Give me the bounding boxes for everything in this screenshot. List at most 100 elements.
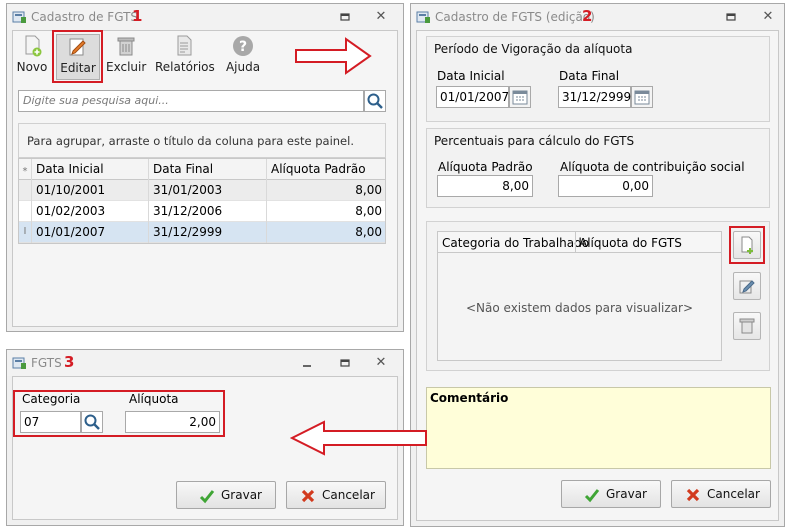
relatorios-button[interactable]: Relatórios <box>155 34 215 80</box>
column-header-data-inicial[interactable]: Data Inicial <box>32 159 149 180</box>
column-header-data-final[interactable]: Data Final <box>149 159 267 180</box>
row-indicator <box>19 180 32 201</box>
periodo-title: Período de Vigoração da alíquota <box>434 42 633 56</box>
comentario-area[interactable]: Comentário <box>426 387 771 469</box>
data-final-input[interactable]: 31/12/2999 <box>558 86 631 108</box>
row-indicator: I <box>19 222 32 243</box>
window1-title: Cadastro de FGTS <box>31 10 139 24</box>
column-header-aliquota-padrao[interactable]: Alíquota Padrão <box>267 159 386 180</box>
edit-item-button[interactable] <box>733 272 761 300</box>
cancelar-button[interactable]: Cancelar <box>286 481 386 509</box>
edit-icon <box>739 280 755 294</box>
percentuais-title: Percentuais para cálculo do FGTS <box>434 134 635 148</box>
close-icon[interactable]: ✕ <box>761 10 775 24</box>
group-hint-text: Para agrupar, arraste o título da coluna… <box>27 134 354 148</box>
ajuda-button[interactable]: ? Ajuda <box>224 34 262 80</box>
group-by-panel[interactable]: Para agrupar, arraste o título da coluna… <box>18 123 386 158</box>
excluir-button[interactable]: Excluir <box>106 34 146 80</box>
svg-text:?: ? <box>239 39 247 55</box>
categorias-grid: Categoria do Trabalhado Alíquota do FGTS… <box>437 231 722 361</box>
gravar-button[interactable]: Gravar <box>176 481 276 509</box>
close-icon[interactable]: ✕ <box>374 10 388 24</box>
grid-corner[interactable]: ⁎ <box>19 159 32 180</box>
table-row[interactable]: 01/02/2003 31/12/2006 8,00 <box>19 201 385 222</box>
cancel-icon <box>686 488 700 502</box>
aliquota-social-input[interactable]: 0,00 <box>558 175 653 197</box>
window3-title: FGTS <box>31 356 62 370</box>
data-inicial-input[interactable]: 01/01/2007 <box>436 86 509 108</box>
aliquota-padrao-label: Alíquota Padrão <box>438 160 533 174</box>
grid-header-row: ⁎ Data Inicial Data Final Alíquota Padrã… <box>19 159 385 180</box>
restore-icon[interactable] <box>338 10 352 24</box>
fgts-grid: ⁎ Data Inicial Data Final Alíquota Padrã… <box>18 158 386 244</box>
excluir-label: Excluir <box>106 60 147 74</box>
cancelar-label: Cancelar <box>322 488 375 502</box>
window3-titlebar[interactable]: FGTS 3 ✕ <box>7 350 403 376</box>
aliquota-social-label: Alíquota de contribuição social <box>560 160 745 174</box>
cell-data-inicial[interactable]: 01/02/2003 <box>32 201 149 222</box>
categorias-grid-header: Categoria do Trabalhado Alíquota do FGTS <box>438 232 721 253</box>
window1-number: 1 <box>132 7 143 25</box>
relatorios-label: Relatórios <box>155 60 215 74</box>
window2-title: Cadastro de FGTS (edição) <box>435 10 595 24</box>
table-row-selected[interactable]: I 01/01/2007 31/12/2999 8,00 <box>19 222 385 243</box>
app-window-icon <box>416 11 430 23</box>
restore-icon[interactable] <box>338 356 352 370</box>
arrow-left-annotation <box>290 420 427 456</box>
aliquota-padrao-input[interactable]: 8,00 <box>437 175 533 197</box>
data-final-label: Data Final <box>559 69 620 83</box>
novo-label: Novo <box>16 60 48 74</box>
data-final-calendar-button[interactable] <box>631 86 653 108</box>
app-window-icon <box>12 11 26 23</box>
calendar-icon <box>634 90 650 105</box>
fields-highlight <box>13 390 225 437</box>
report-icon <box>177 35 192 56</box>
new-document-icon <box>25 35 42 57</box>
cell-data-final[interactable]: 31/12/2006 <box>149 201 267 222</box>
search-placeholder: Digite sua pesquisa aqui... <box>23 94 169 107</box>
comentario-label: Comentário <box>430 391 509 405</box>
cancelar-label: Cancelar <box>707 487 760 501</box>
window2-titlebar[interactable]: Cadastro de FGTS (edição) 2 ✕ <box>411 4 784 30</box>
cell-aliquota[interactable]: 8,00 <box>267 180 386 201</box>
delete-item-button[interactable] <box>733 312 761 340</box>
cell-aliquota[interactable]: 8,00 <box>267 222 386 243</box>
close-icon[interactable]: ✕ <box>374 356 388 370</box>
app-window-icon <box>12 357 26 369</box>
search-button[interactable] <box>364 90 386 112</box>
cancelar-button[interactable]: Cancelar <box>671 480 771 508</box>
column-header-categoria[interactable]: Categoria do Trabalhado <box>442 236 589 250</box>
editar-highlight <box>52 30 103 83</box>
novo-button[interactable]: Novo <box>14 34 50 80</box>
search-icon <box>367 93 383 109</box>
window3-number: 3 <box>64 353 75 371</box>
cancel-icon <box>301 489 315 503</box>
window2-number: 2 <box>582 7 593 25</box>
gravar-label: Gravar <box>606 487 647 501</box>
arrow-right-annotation <box>295 37 372 75</box>
cell-data-inicial[interactable]: 01/10/2001 <box>32 180 149 201</box>
cell-data-final[interactable]: 31/01/2003 <box>149 180 267 201</box>
cell-data-final[interactable]: 31/12/2999 <box>149 222 267 243</box>
trash-icon <box>117 37 135 56</box>
search-input[interactable]: Digite sua pesquisa aqui... <box>18 90 364 112</box>
cell-data-inicial[interactable]: 01/01/2007 <box>32 222 149 243</box>
gravar-label: Gravar <box>221 488 262 502</box>
gravar-button[interactable]: Gravar <box>561 480 661 508</box>
window1-titlebar[interactable]: Cadastro de FGTS 1 ✕ <box>7 4 403 30</box>
minimize-icon[interactable] <box>300 356 314 370</box>
add-button-highlight <box>729 226 765 264</box>
row-indicator <box>19 201 32 222</box>
column-header-aliquota-fgts[interactable]: Alíquota do FGTS <box>579 236 682 250</box>
ajuda-label: Ajuda <box>225 60 261 74</box>
trash-icon <box>739 318 755 334</box>
check-icon <box>199 490 215 504</box>
check-icon <box>584 489 600 503</box>
data-inicial-calendar-button[interactable] <box>509 86 531 108</box>
calendar-icon <box>512 90 528 105</box>
restore-icon[interactable] <box>724 10 738 24</box>
table-row[interactable]: 01/10/2001 31/01/2003 8,00 <box>19 180 385 201</box>
data-inicial-label: Data Inicial <box>437 69 505 83</box>
cell-aliquota[interactable]: 8,00 <box>267 201 386 222</box>
empty-grid-text: <Não existem dados para visualizar> <box>465 301 693 315</box>
